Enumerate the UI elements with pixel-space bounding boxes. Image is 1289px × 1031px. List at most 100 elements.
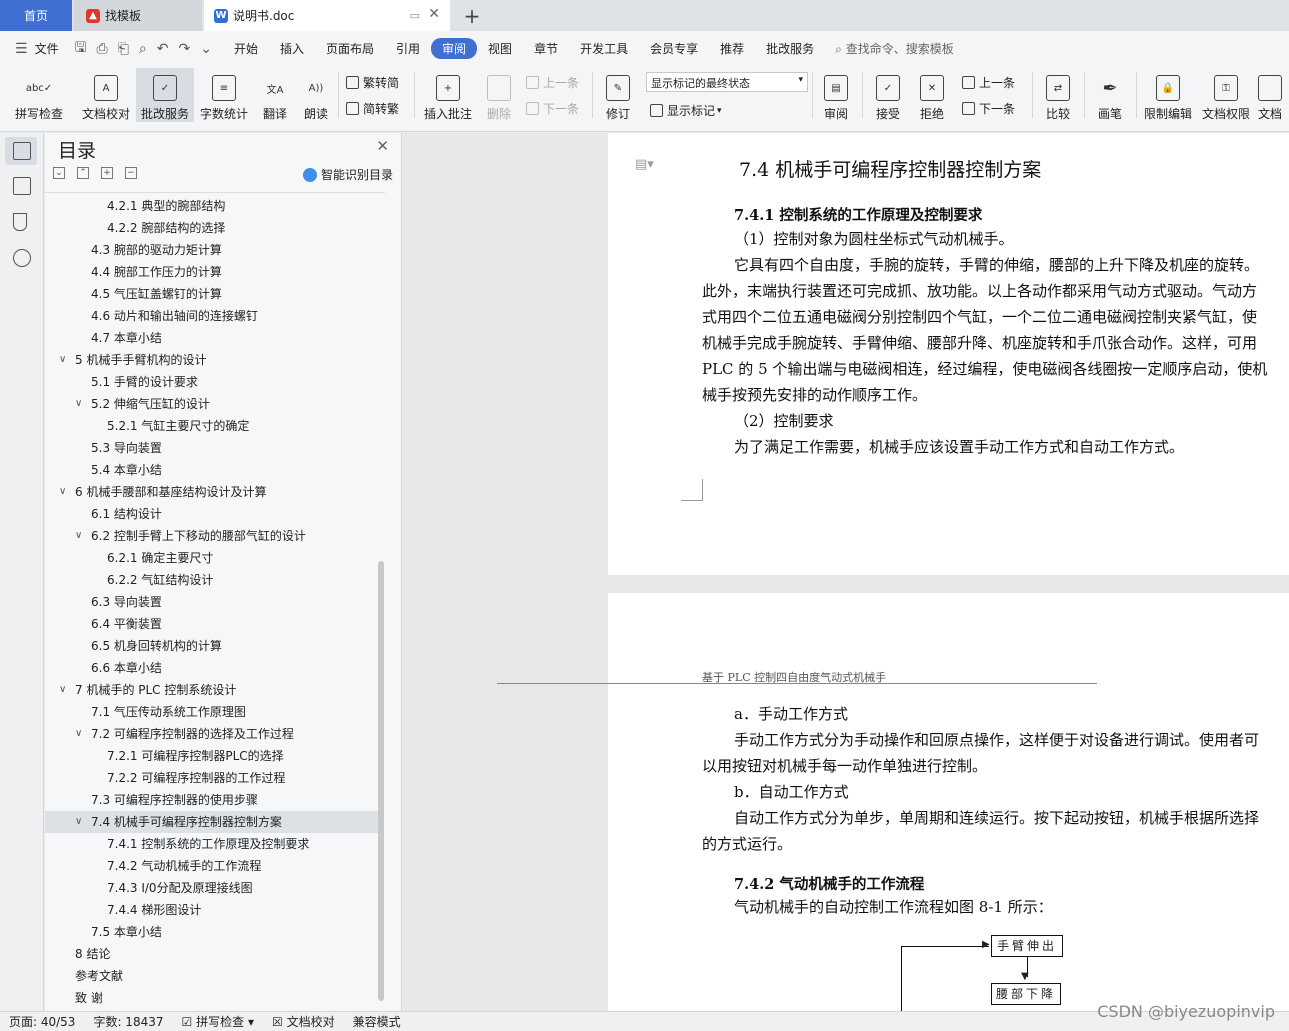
collapse-all-icon[interactable]: ⌄ — [53, 167, 65, 179]
toc-item[interactable]: 6.6 本章小结 — [45, 657, 380, 679]
menu-item[interactable]: 开始 — [223, 40, 269, 57]
restore-icon[interactable]: ▭ — [410, 9, 420, 22]
chapter-nav-icon[interactable] — [13, 177, 31, 195]
close-tab-icon[interactable]: ✕ — [428, 6, 440, 22]
close-icon[interactable]: ✕ — [376, 137, 389, 155]
toc-item[interactable]: ∨ 7.2 可编程序控制器的选择及工作过程 — [45, 723, 380, 745]
menu-item[interactable]: 审阅 — [431, 38, 478, 59]
toc-item[interactable]: ∨ 5.2 伸缩气压缸的设计 — [45, 393, 380, 415]
toc-item[interactable]: 6.1 结构设计 — [45, 503, 380, 525]
toc-item[interactable]: 7.4.1 控制系统的工作原理及控制要求 — [45, 833, 380, 855]
toc-item[interactable]: 7.4.2 气动机械手的工作流程 — [45, 855, 380, 877]
toc-item[interactable]: 5.1 手臂的设计要求 — [45, 371, 380, 393]
expand-up-icon[interactable]: ⌃ — [77, 167, 89, 179]
undo-icon[interactable]: ↶ — [152, 41, 174, 57]
menu-item[interactable]: 插入 — [269, 40, 315, 57]
delete-comment-button[interactable]: 删除 — [480, 68, 518, 122]
tab-document[interactable]: W 说明书.doc ▭ ✕ — [204, 0, 450, 31]
prev-comment-button[interactable]: 上一条 — [526, 74, 579, 91]
review-pane-button[interactable]: ▤ 审阅 — [816, 68, 856, 122]
spell-check-status[interactable]: ☑ 拼写检查 ▾ — [173, 1013, 263, 1030]
chevron-down-icon[interactable]: ∨ — [59, 481, 66, 503]
reject-button[interactable]: ✕ 拒绝 — [912, 68, 952, 122]
chevron-down-icon[interactable]: ∨ — [75, 393, 82, 415]
compare-button[interactable]: ⇄ 比较 — [1038, 68, 1078, 122]
prev-change-button[interactable]: 上一条 — [962, 74, 1015, 91]
toc-item[interactable]: 4.6 动片和输出轴间的连接螺钉 — [45, 305, 380, 327]
toc-scrollbar[interactable] — [378, 561, 384, 1001]
chevron-down-icon[interactable]: ∨ — [59, 679, 66, 701]
print-preview-icon[interactable]: ⌕ — [134, 41, 152, 57]
tab-template[interactable]: ▲ 找模板 — [74, 0, 202, 31]
word-count-button[interactable]: ≡ 字数统计 — [196, 68, 252, 122]
save-icon[interactable]: 🖫 — [70, 37, 92, 61]
word-count[interactable]: 字数: 18437 — [84, 1013, 172, 1030]
toc-item[interactable]: 致 谢 — [45, 987, 380, 1009]
next-comment-button[interactable]: 下一条 — [526, 100, 579, 117]
trad-to-simp-button[interactable]: 繁转简 — [346, 74, 399, 91]
hamburger-icon[interactable]: ☰ — [10, 41, 33, 57]
toc-item[interactable]: 6.2.1 确定主要尺寸 — [45, 547, 380, 569]
toc-item[interactable]: 6.4 平衡装置 — [45, 613, 380, 635]
menu-item[interactable]: 章节 — [523, 40, 569, 57]
print-icon[interactable]: ⎗ — [113, 41, 134, 57]
toc-item[interactable]: 6.3 导向装置 — [45, 591, 380, 613]
toc-item[interactable]: 7.5 本章小结 — [45, 921, 380, 943]
chevron-down-icon[interactable]: ∨ — [75, 525, 82, 547]
toc-item[interactable]: 6.2.2 气缸结构设计 — [45, 569, 380, 591]
toc-item[interactable]: 4.4 腕部工作压力的计算 — [45, 261, 380, 283]
menu-item[interactable]: 引用 — [385, 40, 431, 57]
correct-service-button[interactable]: ✓ 批改服务 — [136, 68, 194, 122]
chevron-down-icon[interactable]: ∨ — [75, 723, 82, 745]
toc-item[interactable]: 6.5 机身回转机构的计算 — [45, 635, 380, 657]
doc-more-button[interactable]: 文档 — [1258, 68, 1289, 122]
toc-item[interactable]: 7.3 可编程序控制器的使用步骤 — [45, 789, 380, 811]
toc-item[interactable]: 7.2.1 可编程序控制器PLC的选择 — [45, 745, 380, 767]
document-area[interactable]: ▤▾ 7.4 机械手可编程序控制器控制方案 7.4.1 控制系统的工作原理及控制… — [403, 133, 1289, 1011]
customize-chevron-icon[interactable]: ⌄ — [195, 41, 217, 57]
toc-item[interactable]: 4.2.1 典型的腕部结构 — [45, 195, 380, 217]
menu-item[interactable]: 视图 — [477, 40, 523, 57]
page-indicator[interactable]: 页面: 40/53 — [0, 1013, 84, 1030]
menu-item[interactable]: 会员专享 — [639, 40, 709, 57]
toc-item[interactable]: ∨ 5 机械手手臂机构的设计 — [45, 349, 380, 371]
proofread-status[interactable]: ☒ 文档校对 — [263, 1013, 344, 1030]
pen-button[interactable]: ✒ 画笔 — [1090, 68, 1130, 122]
redo-icon[interactable]: ↷ — [174, 41, 196, 57]
toc-item[interactable]: 7.1 气压传动系统工作原理图 — [45, 701, 380, 723]
accept-button[interactable]: ✓ 接受 — [868, 68, 908, 122]
toc-item[interactable]: 4.2.2 腕部结构的选择 — [45, 217, 380, 239]
chevron-down-icon[interactable]: ∨ — [75, 811, 82, 833]
new-tab-button[interactable]: + — [458, 0, 486, 31]
proofread-button[interactable]: A 文档校对 — [78, 68, 134, 122]
export-pdf-icon[interactable]: ⎙ — [92, 41, 113, 57]
doc-rights-button[interactable]: ⚿ 文档权限 — [1198, 68, 1254, 122]
menu-item[interactable]: 批改服务 — [755, 40, 825, 57]
simp-to-trad-button[interactable]: 简转繁 — [346, 100, 399, 117]
toc-item[interactable]: ∨ 7 机械手的 PLC 控制系统设计 — [45, 679, 380, 701]
menu-file[interactable]: 文件 — [33, 40, 70, 57]
toc-item[interactable]: 7.2.2 可编程序控制器的工作过程 — [45, 767, 380, 789]
toc-icon[interactable] — [13, 142, 31, 160]
toc-item[interactable]: 4.5 气压缸盖螺钉的计算 — [45, 283, 380, 305]
next-change-button[interactable]: 下一条 — [962, 100, 1015, 117]
markup-state-select[interactable]: 显示标记的最终状态 ▾ — [646, 72, 808, 92]
chevron-down-icon[interactable]: ∨ — [59, 349, 66, 371]
toc-item[interactable]: ∨ 6.2 控制手臂上下移动的腰部气缸的设计 — [45, 525, 380, 547]
toc-item[interactable]: 7.4.3 I/0分配及原理接线图 — [45, 877, 380, 899]
track-changes-button[interactable]: ✎ 修订 — [598, 68, 638, 122]
toc-item[interactable]: 5.4 本章小结 — [45, 459, 380, 481]
remove-heading-icon[interactable]: − — [125, 167, 137, 179]
bookmark-icon[interactable] — [13, 213, 27, 231]
toc-item[interactable]: ∨ 7.4 机械手可编程序控制器控制方案 — [45, 811, 380, 833]
show-markup-button[interactable]: 显示标记 ▾ — [650, 102, 722, 119]
menu-item[interactable]: 推荐 — [709, 40, 755, 57]
toc-item[interactable]: 5.2.1 气缸主要尺寸的确定 — [45, 415, 380, 437]
toc-item[interactable]: 7.4.4 梯形图设计 — [45, 899, 380, 921]
restrict-edit-button[interactable]: 🔒 限制编辑 — [1140, 68, 1196, 122]
smart-toc-button[interactable]: 智能识别目录 — [302, 166, 393, 183]
menu-item[interactable]: 开发工具 — [569, 40, 639, 57]
search-command[interactable]: ⌕ 查找命令、搜索模板 — [835, 40, 954, 57]
search-icon[interactable] — [13, 249, 31, 267]
read-aloud-button[interactable]: A)) 朗读 — [298, 68, 334, 122]
